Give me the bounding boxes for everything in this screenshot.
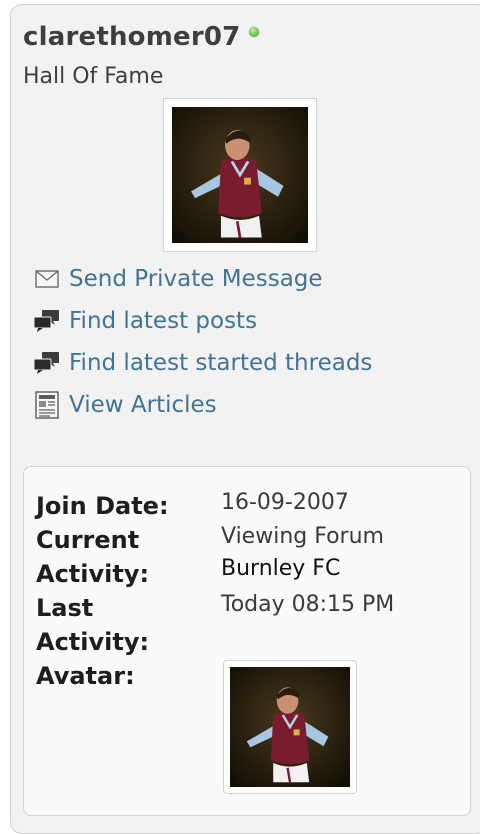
- find-latest-posts-link[interactable]: Find latest posts: [33, 300, 372, 342]
- avatar-photo-icon: [172, 107, 308, 243]
- online-status-icon: [249, 27, 260, 37]
- user-details-box: Join Date: 16-09-2007 Current Activity: …: [23, 466, 471, 816]
- username-row: clarethomer07: [23, 22, 260, 52]
- profile-avatar[interactable]: [163, 98, 317, 252]
- envelope-icon: [33, 265, 61, 293]
- current-activity-label: Current Activity:: [36, 526, 150, 588]
- articles-icon: [33, 391, 61, 419]
- username[interactable]: clarethomer07: [23, 22, 240, 52]
- find-latest-threads-label[interactable]: Find latest started threads: [69, 350, 372, 376]
- details-avatar[interactable]: [223, 660, 357, 794]
- threads-icon: [33, 349, 61, 377]
- last-activity-value: Today 08:15 PM: [221, 592, 395, 617]
- current-activity-prefix: Viewing Forum: [221, 524, 384, 549]
- profile-actions: Send Private Message Find latest posts F…: [33, 258, 372, 426]
- join-date-value: 16-09-2007: [221, 490, 349, 515]
- view-articles-label[interactable]: View Articles: [69, 392, 217, 418]
- find-latest-threads-link[interactable]: Find latest started threads: [33, 342, 372, 384]
- posts-icon: [33, 307, 61, 335]
- current-activity-forum-link[interactable]: Burnley FC: [221, 553, 384, 585]
- user-title: Hall Of Fame: [23, 64, 164, 89]
- last-activity-label: Last Activity:: [36, 594, 150, 656]
- avatar-photo-icon: [230, 667, 350, 787]
- current-activity-value: Viewing Forum Burnley FC: [221, 521, 384, 585]
- view-articles-link[interactable]: View Articles: [33, 384, 372, 426]
- find-latest-posts-label[interactable]: Find latest posts: [69, 308, 257, 334]
- join-date-label: Join Date:: [36, 492, 169, 520]
- send-private-message-link[interactable]: Send Private Message: [33, 258, 372, 300]
- send-private-message-label[interactable]: Send Private Message: [69, 266, 323, 292]
- avatar-label: Avatar:: [36, 662, 135, 690]
